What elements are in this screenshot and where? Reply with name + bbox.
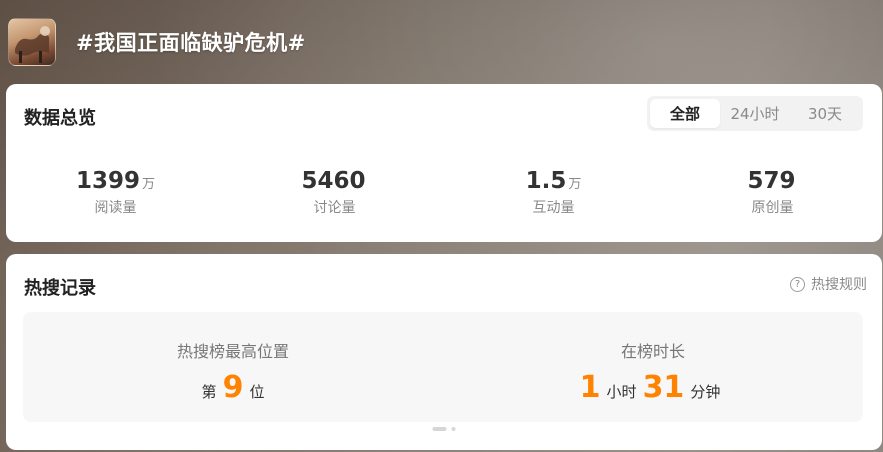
- topic-title: #我国正面临缺驴危机#: [76, 31, 306, 55]
- stat-unit: 万: [142, 177, 156, 192]
- stat-interactions: 1.5 万 互动量: [444, 168, 663, 217]
- carousel-pager: [432, 427, 456, 431]
- stat-unit: 万: [568, 177, 582, 192]
- duration-block: 在榜时长 1 小时 31 分钟: [443, 312, 863, 422]
- peak-position-label: 热搜榜最高位置: [176, 342, 289, 361]
- peak-position-block: 热搜榜最高位置 第 9 位: [23, 312, 443, 422]
- hot-search-card: 热搜记录 ? 热搜规则 热搜榜最高位置 第 9 位 在榜时长 1 小时 31 分…: [6, 254, 882, 450]
- tab-24h[interactable]: 24小时: [720, 99, 790, 128]
- duration-hours: 1: [579, 370, 601, 405]
- topic-header: #我国正面临缺驴危机#: [8, 16, 306, 68]
- stat-value: 1.5: [525, 168, 567, 194]
- hot-search-record-box: 热搜榜最高位置 第 9 位 在榜时长 1 小时 31 分钟: [23, 312, 863, 422]
- rules-label: 热搜规则: [811, 277, 867, 293]
- stats-row: 1399 万 阅读量 5460 讨论量 1.5 万 互动量 579 原创量: [6, 168, 882, 217]
- hot-search-title: 热搜记录: [24, 278, 96, 299]
- topic-thumbnail[interactable]: [8, 18, 56, 66]
- stat-value: 5460: [301, 168, 366, 194]
- peak-prefix: 第: [201, 383, 217, 401]
- minutes-unit: 分钟: [690, 383, 721, 401]
- donkey-photo-icon: [15, 26, 50, 63]
- overview-title: 数据总览: [24, 108, 96, 129]
- hours-unit: 小时: [606, 383, 637, 401]
- hot-search-rules-link[interactable]: ? 热搜规则: [790, 274, 867, 294]
- peak-position-value: 9: [222, 370, 244, 405]
- time-range-tabs: 全部 24小时 30天: [647, 96, 863, 131]
- peak-suffix: 位: [249, 383, 265, 401]
- stat-label: 互动量: [532, 200, 575, 216]
- tab-30d[interactable]: 30天: [790, 99, 860, 128]
- duration-minutes: 31: [642, 370, 685, 405]
- duration-label: 在榜时长: [620, 342, 685, 361]
- stat-discussions: 5460 讨论量: [225, 168, 444, 217]
- stat-label: 讨论量: [313, 200, 356, 216]
- stat-originals: 579 原创量: [663, 168, 882, 217]
- pager-dot-active[interactable]: [432, 427, 447, 431]
- stat-value: 1399: [75, 168, 140, 194]
- question-circle-icon: ?: [790, 276, 805, 292]
- tab-all[interactable]: 全部: [650, 99, 720, 128]
- stat-value: 579: [747, 168, 796, 194]
- stat-label: 阅读量: [94, 200, 137, 216]
- stat-label: 原创量: [751, 200, 794, 216]
- overview-card: 数据总览 全部 24小时 30天 1399 万 阅读量 5460 讨论量 1.5…: [6, 84, 882, 242]
- stat-reads: 1399 万 阅读量: [6, 168, 225, 217]
- pager-dot[interactable]: [451, 427, 456, 431]
